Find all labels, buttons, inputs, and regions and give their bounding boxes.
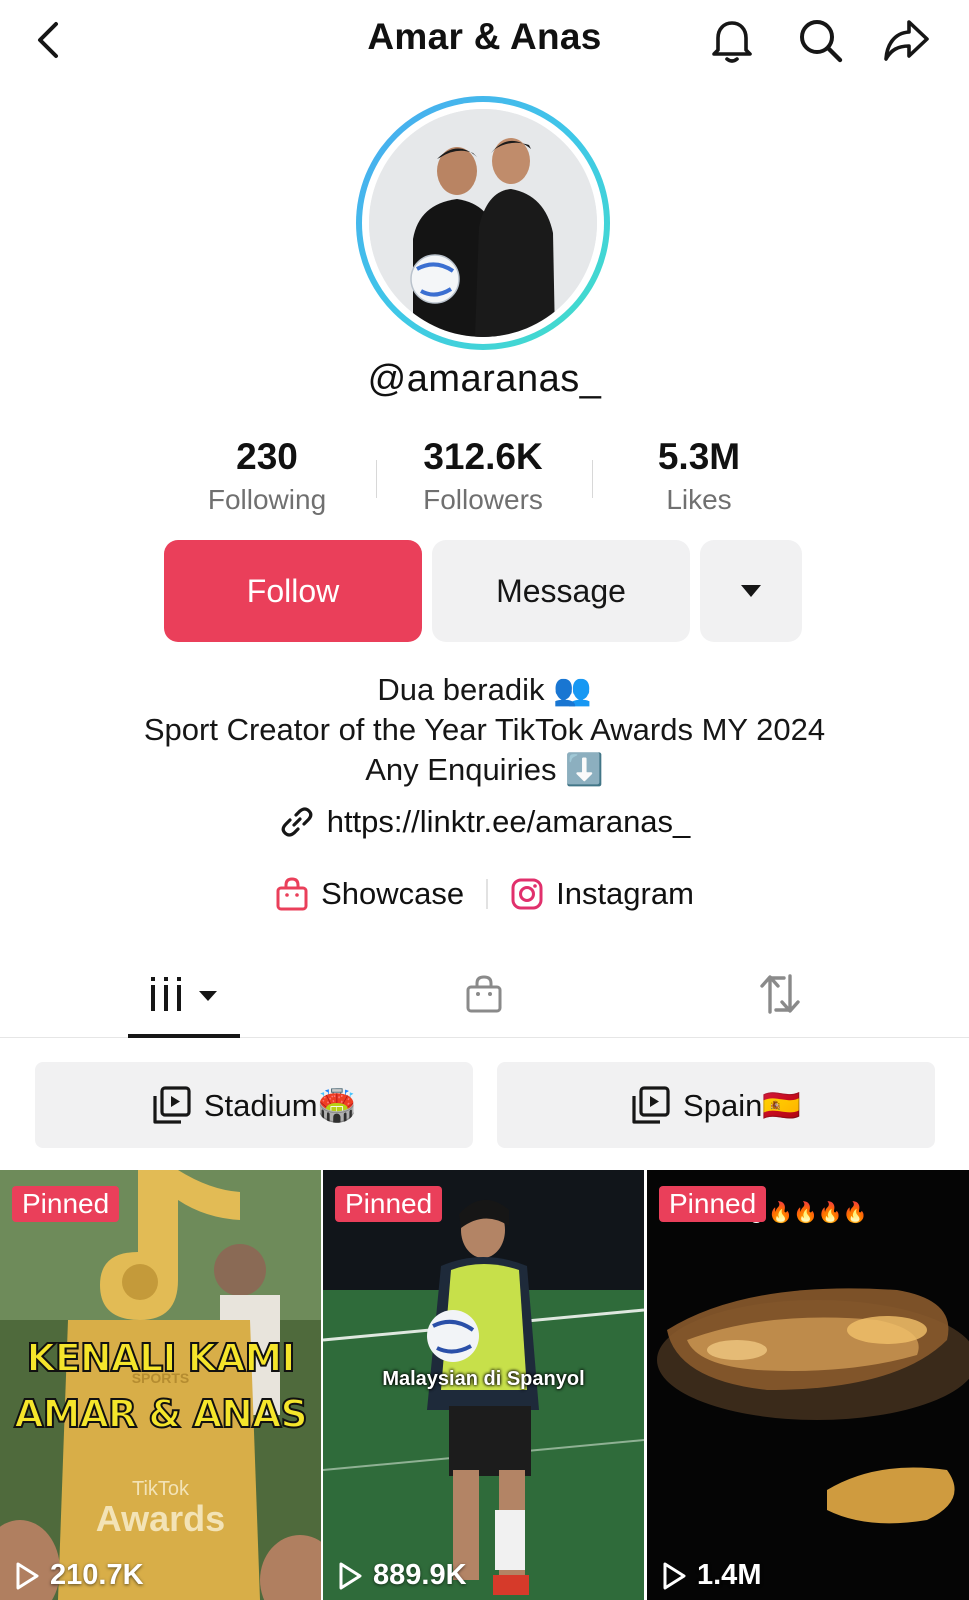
- thumbnail-image: [647, 1170, 969, 1600]
- stat-following[interactable]: 230 Following: [167, 436, 367, 516]
- stat-value: 5.3M: [657, 436, 741, 477]
- stat-divider: [376, 460, 377, 498]
- playlist-label: Spain🇪🇸: [683, 1087, 801, 1123]
- playlist-stadium[interactable]: Stadium🏟️: [35, 1062, 473, 1148]
- search-icon[interactable]: [794, 14, 846, 66]
- video-grid: KENALI KAMI AMAR & ANAS SPORTS TikTok Aw…: [0, 1170, 969, 1600]
- stat-label: Likes: [666, 484, 732, 515]
- bio-link-text: https://linktr.ee/amaranas_: [326, 804, 691, 839]
- stat-followers[interactable]: 312.6K Followers: [383, 436, 583, 516]
- showcase-link[interactable]: Showcase: [275, 876, 464, 912]
- share-icon[interactable]: [880, 14, 932, 66]
- showcase-label: Showcase: [321, 876, 465, 911]
- video-thumbnail[interactable]: Malaysian di Spanyol Pinned 889.9K: [323, 1170, 644, 1600]
- link-icon: [281, 807, 313, 837]
- bio-line: Any Enquiries ⬇️: [365, 752, 604, 787]
- playlist-icon: [153, 1086, 191, 1124]
- view-count: 889.9K: [337, 1559, 467, 1592]
- bio-line: Dua beradik 👥: [377, 672, 592, 707]
- stat-likes[interactable]: 5.3M Likes: [599, 436, 799, 516]
- view-count: 210.7K: [14, 1559, 144, 1592]
- tab-videos[interactable]: [128, 950, 240, 1038]
- video-caption: Malaysian di Spanyol: [382, 1368, 585, 1390]
- tab-shop[interactable]: [448, 950, 520, 1038]
- back-icon[interactable]: [28, 18, 72, 62]
- stat-value: 312.6K: [423, 436, 543, 477]
- repost-icon: [760, 974, 800, 1014]
- pinned-badge: Pinned: [335, 1186, 443, 1222]
- caret-down-icon: [741, 585, 761, 597]
- bio-line: Sport Creator of the Year TikTok Awards …: [143, 712, 826, 747]
- shopping-bag-icon: [276, 877, 308, 911]
- social-row: Showcase Instagram: [0, 876, 969, 912]
- shopping-bag-icon: [466, 975, 502, 1013]
- pinned-badge: Pinned: [659, 1186, 767, 1222]
- video-title-overlay: KENALI KAMI AMAR & ANAS: [0, 1330, 321, 1442]
- playlist-label: Stadium🏟️: [203, 1087, 357, 1123]
- social-divider: [486, 879, 489, 909]
- top-bar: Amar & Anas: [0, 0, 969, 84]
- videos-grid-icon: [151, 977, 217, 1011]
- award-sports-text: SPORTS: [131, 1370, 190, 1386]
- tab-reposts[interactable]: [744, 950, 816, 1038]
- avatar-photo: [369, 109, 597, 337]
- overlay-line: AMAR & ANAS: [13, 1391, 308, 1437]
- view-count-text: 1.4M: [697, 1559, 762, 1591]
- bio: Dua beradik 👥 Sport Creator of the Year …: [0, 670, 969, 790]
- bio-link[interactable]: https://linktr.ee/amaranas_: [0, 804, 969, 840]
- instagram-link[interactable]: Instagram: [510, 876, 694, 912]
- stats-row: 230 Following 312.6K Followers 5.3M Like…: [0, 436, 969, 526]
- instagram-icon: [511, 878, 543, 910]
- bell-icon[interactable]: [706, 14, 758, 66]
- view-count-text: 889.9K: [373, 1559, 467, 1591]
- stat-value: 230: [236, 436, 298, 477]
- profile-tabs: [0, 950, 969, 1038]
- play-icon: [16, 1562, 39, 1589]
- video-thumbnail[interactable]: ang 🔥🔥🔥🔥 Pinned 1.4M: [647, 1170, 969, 1600]
- video-thumbnail[interactable]: KENALI KAMI AMAR & ANAS SPORTS TikTok Aw…: [0, 1170, 321, 1600]
- stat-divider: [592, 460, 593, 498]
- play-icon: [339, 1562, 362, 1589]
- pinned-badge: Pinned: [12, 1186, 120, 1222]
- play-icon: [663, 1562, 686, 1589]
- stat-label: Following: [207, 484, 327, 515]
- avatar[interactable]: [356, 96, 610, 350]
- username: @amaranas_: [367, 358, 602, 400]
- view-count-text: 210.7K: [50, 1559, 144, 1591]
- award-title-text: Awards: [95, 1498, 226, 1539]
- follow-button[interactable]: Follow: [164, 540, 422, 642]
- instagram-label: Instagram: [556, 876, 694, 911]
- message-button[interactable]: Message: [432, 540, 690, 642]
- playlist-icon: [632, 1086, 670, 1124]
- playlist-spain[interactable]: Spain🇪🇸: [497, 1062, 935, 1148]
- stat-label: Followers: [423, 484, 543, 515]
- view-count: 1.4M: [661, 1559, 761, 1592]
- more-options-button[interactable]: [700, 540, 802, 642]
